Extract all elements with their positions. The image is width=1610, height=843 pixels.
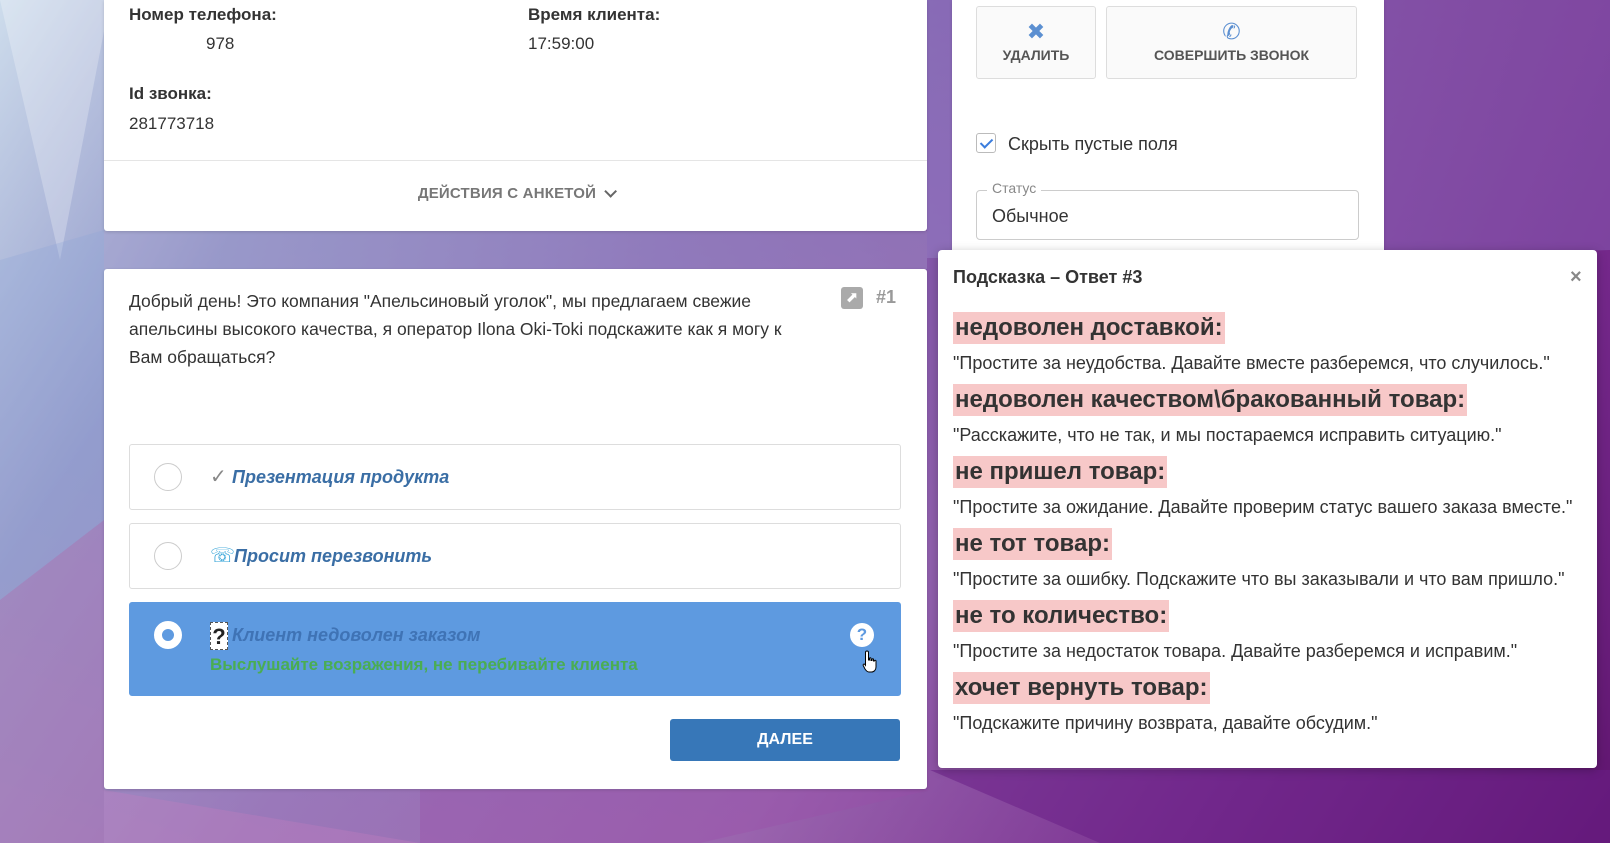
- hint-reply: "Простите за ожидание. Давайте проверим …: [953, 497, 1573, 517]
- call-id-label: Id звонка:: [129, 84, 212, 103]
- client-time-label: Время клиента:: [528, 5, 661, 24]
- status-value: Обычное: [992, 206, 1069, 226]
- phone-icon: ✆: [1222, 19, 1241, 44]
- hint-item: недоволен качеством\бракованный товар: "…: [953, 384, 1593, 447]
- hide-empty-fields-checkbox[interactable]: [976, 133, 996, 153]
- hint-popup-title: Подсказка – Ответ #3: [953, 267, 1143, 287]
- hide-empty-fields-label: Скрыть пустые поля: [1008, 134, 1178, 154]
- answer-option-3[interactable]: ? Клиент недоволен заказом Выслушайте во…: [129, 602, 901, 696]
- client-time-value: 17:59:00: [528, 34, 595, 53]
- question-text: Добрый день! Это компания "Апельсиновый …: [129, 291, 782, 367]
- question-mark-icon: ?: [210, 622, 228, 650]
- chevron-down-icon: [604, 185, 618, 198]
- hint-reply: "Подскажите причину возврата, давайте об…: [953, 713, 1378, 733]
- close-icon[interactable]: ×: [1570, 266, 1582, 289]
- hint-reply: "Расскажите, что не так, и мы постараемс…: [953, 425, 1502, 445]
- hint-objection: не то количество:: [953, 600, 1170, 632]
- hint-item: не пришел товар: "Простите за ожидание. …: [953, 456, 1593, 519]
- checkmark-icon: ✓: [210, 466, 227, 488]
- close-icon: ✖: [1026, 19, 1046, 44]
- popout-icon[interactable]: ⬈: [841, 287, 863, 309]
- help-icon[interactable]: ?: [850, 623, 874, 647]
- status-select[interactable]: Статус Обычное: [976, 180, 1359, 240]
- client-info-card: Номер телефона: 978 Время клиента: 17:59…: [104, 0, 927, 231]
- delete-button-label: УДАЛИТЬ: [1002, 47, 1070, 63]
- hint-objection: недоволен качеством\бракованный товар:: [953, 384, 1468, 416]
- hint-item: не то количество: "Простите за недостато…: [953, 600, 1593, 663]
- status-legend: Статус: [987, 180, 1042, 196]
- question-number: #1: [876, 287, 897, 307]
- hint-reply: "Простите за недостаток товара. Давайте …: [953, 641, 1518, 661]
- phone-label: Номер телефона:: [129, 5, 277, 24]
- answer-label: Клиент недоволен заказом: [232, 625, 481, 645]
- hint-list: недоволен доставкой: "Простите за неудоб…: [953, 312, 1593, 744]
- next-button[interactable]: ДАЛЕЕ: [670, 719, 900, 761]
- hint-popup: Подсказка – Ответ #3 × недоволен доставк…: [938, 250, 1597, 768]
- answer-label: Презентация продукта: [232, 467, 450, 487]
- hint-item: недоволен доставкой: "Простите за неудоб…: [953, 312, 1593, 375]
- call-id-value: 281773718: [129, 114, 215, 133]
- delete-button[interactable]: ✖ УДАЛИТЬ: [976, 6, 1096, 79]
- hint-item: хочет вернуть товар: "Подскажите причину…: [953, 672, 1593, 735]
- hint-reply: "Простите за ошибку. Подскажите что вы з…: [953, 569, 1565, 589]
- questionnaire-actions-toggle[interactable]: ДЕЙСТВИЯ С АНКЕТОЙ: [104, 185, 927, 202]
- call-side-panel: ✖ УДАЛИТЬ ✆ СОВЕРШИТЬ ЗВОНОК Скрыть пуст…: [952, 0, 1384, 258]
- hint-reply: "Простите за неудобства. Давайте вместе …: [953, 353, 1550, 373]
- hint-objection: недоволен доставкой:: [953, 312, 1225, 344]
- answer-label: Просит перезвонить: [234, 546, 433, 566]
- question-card: Добрый день! Это компания "Апельсиновый …: [104, 269, 927, 789]
- phone-callback-icon: ☏: [210, 545, 236, 567]
- make-call-button-label: СОВЕРШИТЬ ЗВОНОК: [1153, 47, 1310, 63]
- answer-radio[interactable]: [154, 621, 182, 649]
- hint-objection: хочет вернуть товар:: [953, 672, 1210, 704]
- answer-radio[interactable]: [154, 542, 182, 570]
- answer-radio[interactable]: [154, 463, 182, 491]
- hint-item: не тот товар: "Простите за ошибку. Подск…: [953, 528, 1593, 591]
- make-call-button[interactable]: ✆ СОВЕРШИТЬ ЗВОНОК: [1106, 6, 1357, 79]
- hint-objection: не пришел товар:: [953, 456, 1168, 488]
- answer-option-1[interactable]: ✓ Презентация продукта: [129, 444, 901, 510]
- hand-cursor-icon: [862, 650, 877, 673]
- answer-option-2[interactable]: ☏ Просит перезвонить: [129, 523, 901, 589]
- divider: [104, 160, 927, 161]
- answer-hint-text: Выслушайте возражения, не перебивайте кл…: [210, 655, 638, 674]
- actions-toggle-label: ДЕЙСТВИЯ С АНКЕТОЙ: [417, 185, 597, 202]
- phone-value: 978: [206, 34, 235, 53]
- hint-objection: не тот товар:: [953, 528, 1112, 560]
